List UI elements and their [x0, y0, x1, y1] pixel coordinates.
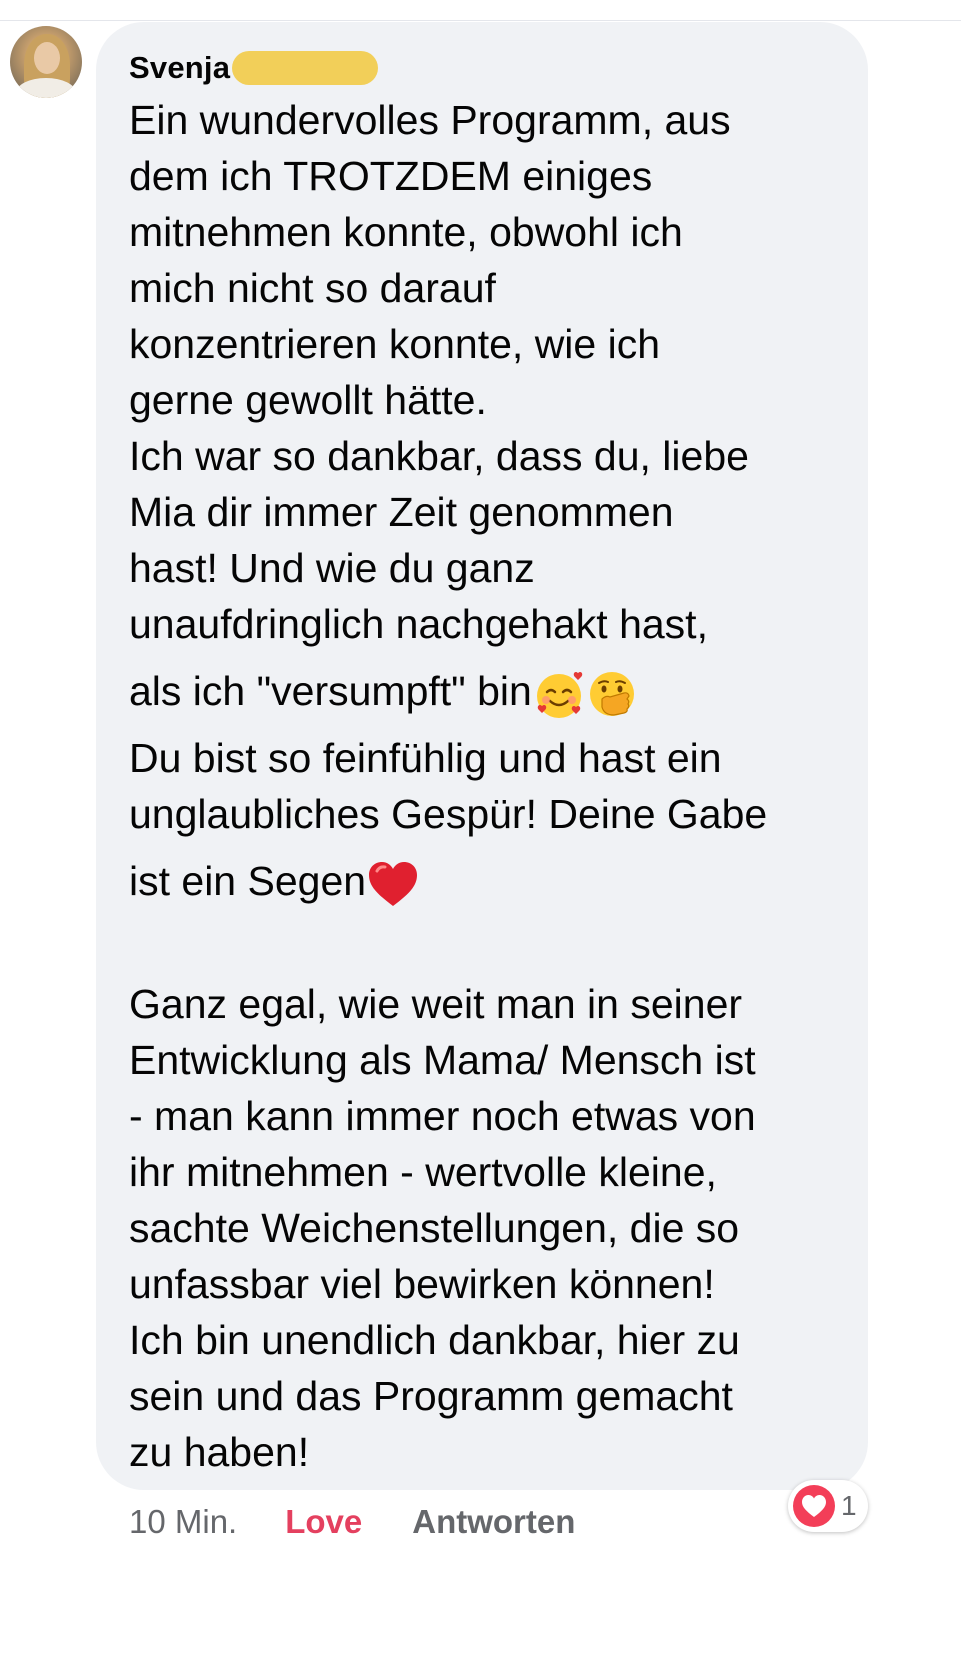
comment-action-bar: 10 Min. Love Antworten — [129, 1498, 575, 1546]
comment-line: sein und das Programm gemacht — [129, 1373, 733, 1419]
comment-line: unfassbar viel bewirken können! — [129, 1261, 715, 1307]
comment-line: Mia dir immer Zeit genommen — [129, 489, 674, 535]
avatar-face — [34, 42, 60, 74]
author-avatar[interactable] — [10, 26, 82, 98]
face-with-hand-over-mouth-icon — [586, 668, 638, 720]
comment-author-name[interactable]: Svenja — [129, 50, 230, 86]
smiling-face-with-hearts-icon — [533, 668, 585, 720]
red-heart-icon — [367, 858, 419, 910]
comment-line: - man kann immer noch etwas von — [129, 1093, 756, 1139]
comment-line: sachte Weichenstellungen, die so — [129, 1205, 740, 1251]
comment-line-text: als ich "versumpft" bin — [129, 668, 532, 714]
comment-line: Ganz egal, wie weit man in seiner — [129, 981, 743, 1027]
comment-line: konzentrieren konnte, wie ich — [129, 321, 661, 367]
comment-body: Ein wundervolles Programm, aus dem ich T… — [129, 92, 849, 1480]
comment-line: mich nicht so darauf — [129, 265, 496, 311]
comment-line-text: ist ein Segen — [129, 858, 367, 904]
comment-line-with-emoji: ist ein Segen — [129, 842, 849, 920]
comment-line: ihr mitnehmen - wertvolle kleine, — [129, 1149, 717, 1195]
heart-reaction-icon — [793, 1485, 835, 1527]
reaction-summary-badge[interactable]: 1 — [788, 1480, 868, 1532]
top-divider — [0, 20, 961, 21]
comment-line: unaufdringlich nachgehakt hast, — [129, 601, 708, 647]
comment-timestamp[interactable]: 10 Min. — [129, 1503, 237, 1541]
comment-line: mitnehmen konnte, obwohl ich — [129, 209, 683, 255]
name-redaction-mark — [232, 51, 379, 85]
comment-line: Du bist so feinfühlig und hast ein — [129, 735, 722, 781]
reaction-count: 1 — [841, 1490, 857, 1521]
comment-line: Ich bin unendlich dankbar, hier zu — [129, 1317, 740, 1363]
comment-line: hast! Und wie du ganz — [129, 545, 535, 591]
comment-line: Ich war so dankbar, dass du, liebe — [129, 433, 749, 479]
comment-line: Entwicklung als Mama/ Mensch ist — [129, 1037, 756, 1083]
comment-line: unglaubliches Gespür! Deine Gabe — [129, 791, 768, 837]
comment-line: gerne gewollt hätte. — [129, 377, 487, 423]
comment-line: Ein wundervolles Programm, aus — [129, 97, 731, 143]
comment-line: zu haben! — [129, 1429, 310, 1475]
love-reaction-button[interactable]: Love — [285, 1503, 362, 1541]
comment-line: dem ich TROTZDEM einiges — [129, 153, 653, 199]
comment-line-with-emojis: als ich "versumpft" bin — [129, 652, 849, 730]
comment-author-row: Svenja — [129, 46, 379, 90]
comment-blank-line — [129, 920, 849, 976]
reply-button[interactable]: Antworten — [412, 1503, 575, 1541]
